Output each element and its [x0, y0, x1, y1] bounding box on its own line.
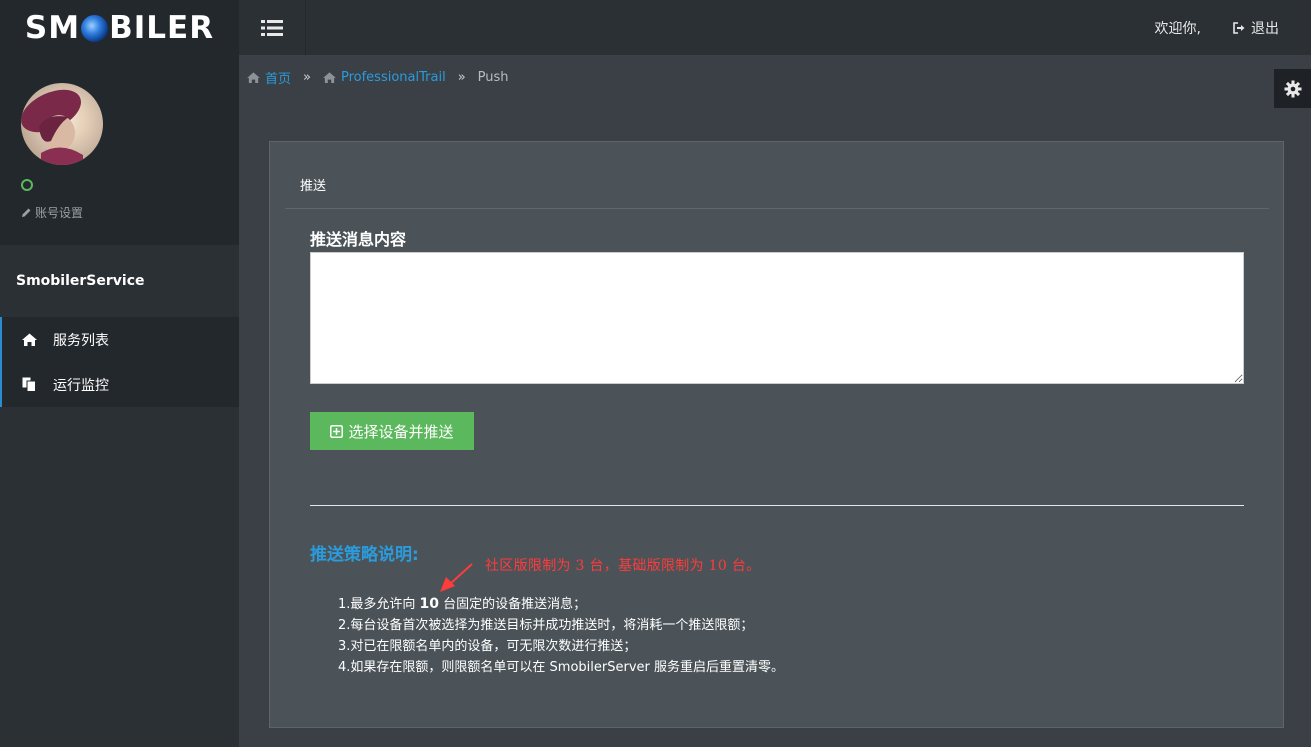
online-status-icon: [21, 179, 33, 191]
rule-4: 4.如果存在限额，则限额名单可以在 SmobilerServer 服务重启后重置…: [338, 660, 784, 675]
logout-link[interactable]: 退出: [1233, 18, 1279, 38]
divider: [310, 505, 1244, 506]
welcome-text: 欢迎你,: [1154, 20, 1201, 37]
logo[interactable]: SM BILER: [0, 0, 239, 55]
home-icon: [247, 72, 260, 83]
panel-title: 推送: [300, 179, 327, 194]
rule-1: 1.最多允许向 10 台固定的设备推送消息；: [338, 594, 784, 615]
home-icon: [323, 72, 336, 83]
sidebar-item-label: 服务列表: [53, 332, 109, 349]
push-button-label: 选择设备并推送: [348, 422, 454, 441]
avatar[interactable]: [21, 83, 103, 165]
push-policy-title: 推送策略说明:: [310, 545, 419, 565]
settings-button[interactable]: [1274, 69, 1311, 108]
breadcrumb-home[interactable]: 首页: [247, 68, 291, 87]
service-name: SmobilerService: [16, 273, 145, 289]
message-content-label: 推送消息内容: [310, 230, 407, 249]
plus-square-icon: [330, 424, 344, 438]
logo-globe-icon: [81, 15, 109, 42]
rule-1-suffix: 台固定的设备推送消息；: [439, 597, 587, 612]
breadcrumb-app-label: ProfessionalTrail: [340, 70, 446, 85]
logout-label: 退出: [1251, 20, 1279, 37]
logo-suffix: BILER: [109, 9, 215, 46]
sidebar-nav: 服务列表 运行监控: [0, 317, 239, 407]
rule-1-limit: 10: [419, 596, 440, 612]
pencil-icon: [22, 208, 31, 217]
sidebar: 账号设置 SmobilerService 服务列表 运行监控: [0, 55, 239, 747]
annotation-arrow-icon: [440, 563, 473, 592]
push-policy-rules: 1.最多允许向 10 台固定的设备推送消息； 2.每台设备首次被选择为推送目标并…: [338, 594, 784, 678]
select-device-push-button[interactable]: 选择设备并推送: [310, 412, 474, 450]
list-icon: [261, 19, 283, 36]
sidebar-item-service-list[interactable]: 服务列表: [0, 317, 239, 362]
logo-text: SM BILER: [25, 10, 214, 46]
sidebar-item-monitor[interactable]: 运行监控: [0, 362, 239, 407]
breadcrumb: 首页 » ProfessionalTrail » Push: [247, 68, 509, 87]
panel-header: 推送: [285, 142, 1269, 209]
sidebar-item-label: 运行监控: [53, 377, 109, 394]
sign-out-icon: [1233, 21, 1245, 34]
rule-2: 2.每台设备首次被选择为推送目标并成功推送时，将消耗一个推送限额；: [338, 618, 754, 633]
account-settings-label: 账号设置: [35, 206, 84, 220]
message-content-textarea[interactable]: [310, 252, 1244, 384]
account-settings-link[interactable]: 账号设置: [21, 204, 83, 221]
home-icon: [21, 332, 37, 348]
gear-icon: [1284, 80, 1301, 97]
rule-1-prefix: 1.最多允许向: [338, 597, 420, 612]
breadcrumb-separator: »: [457, 70, 466, 85]
top-right-area: 欢迎你, 退出: [1155, 0, 1279, 55]
copy-icon: [21, 377, 37, 393]
breadcrumb-separator: »: [303, 70, 311, 85]
breadcrumb-app[interactable]: ProfessionalTrail: [323, 70, 446, 85]
menu-toggle-button[interactable]: [239, 0, 306, 55]
breadcrumb-home-label: 首页: [265, 72, 292, 87]
top-bar: SM BILER 欢迎你, 退出: [0, 0, 1311, 55]
edition-limit-annotation: 社区版限制为 3 台，基础版限制为 10 台。: [485, 558, 761, 574]
logo-prefix: SM: [24, 9, 81, 46]
push-panel: 推送 推送消息内容 选择设备并推送 推送策略说明: 社区版限制为 3 台，基础版…: [269, 141, 1284, 728]
avatar-image: [21, 89, 83, 165]
rule-3: 3.对已在限额名单内的设备，可无限次数进行推送；: [338, 639, 637, 654]
breadcrumb-current: Push: [477, 70, 509, 85]
profile-section: 账号设置: [0, 55, 239, 245]
